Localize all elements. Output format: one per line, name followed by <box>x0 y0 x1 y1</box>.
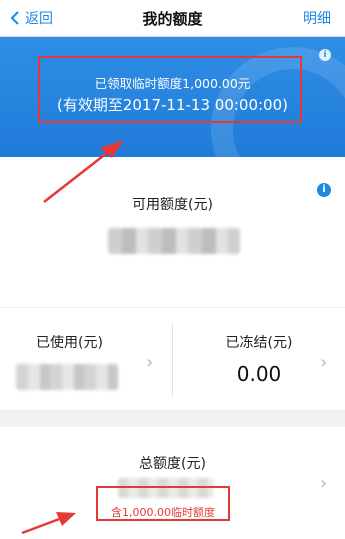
used-value-redacted <box>16 364 118 390</box>
temporary-limit-text: 已领取临时额度1,000.00元 <box>94 76 251 91</box>
frozen-label: 已冻结(元) <box>225 335 293 351</box>
chevron-right-icon[interactable]: › <box>146 352 153 373</box>
available-limit-value-redacted <box>108 228 240 254</box>
available-limit-label: 可用额度(元) <box>132 197 213 213</box>
page-title: 我的额度 <box>142 10 203 28</box>
info-icon[interactable]: i <box>319 49 331 61</box>
chevron-right-icon[interactable]: › <box>320 352 327 373</box>
total-limit-card[interactable]: 总额度(元) 含1,000.00临时额度 › <box>0 427 345 539</box>
used-label: 已使用(元) <box>36 335 103 351</box>
total-limit-label: 总额度(元) <box>139 456 206 472</box>
validity-text: (有效期至2017-11-13 00:00:00) <box>56 96 288 114</box>
detail-link[interactable]: 明细 <box>303 8 331 28</box>
available-limit-card: i 可用额度(元) <box>0 157 345 307</box>
temporary-limit-banner: i 已领取临时额度1,000.00元 (有效期至2017-11-13 00:00… <box>0 37 345 157</box>
chevron-right-icon[interactable]: › <box>320 473 327 494</box>
usage-row: 已使用(元) › 已冻结(元) 0.00 › <box>0 308 345 410</box>
temporary-limit-note: 含1,000.00临时额度 <box>111 506 215 519</box>
